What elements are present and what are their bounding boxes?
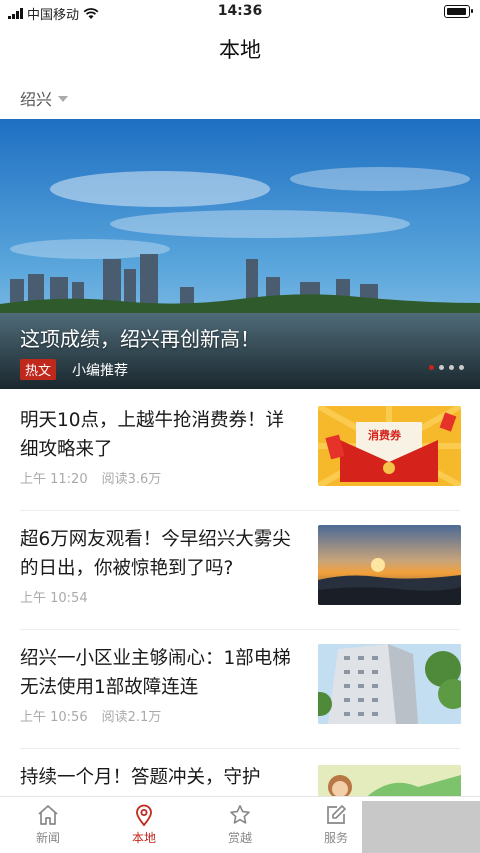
carousel-indicator	[429, 365, 464, 370]
tab-label: 赏越	[227, 831, 252, 845]
tab-label: 新闻	[35, 831, 60, 845]
news-meta: 上午 10:54	[20, 587, 102, 606]
tab-explore[interactable]: 赏越	[192, 801, 288, 853]
bottom-tab-bar: 新闻 本地 赏越 服务	[0, 796, 480, 853]
hot-tag-badge: 热文	[20, 359, 57, 380]
news-meta: 上午 11:20 阅读3.6万	[20, 468, 161, 487]
news-item[interactable]: 绍兴一小区业主够闹心：1部电梯无法使用1部故障连连 上午 10:56 阅读2.1…	[0, 630, 480, 748]
news-thumbnail: 消费券	[318, 406, 461, 486]
location-pin-icon	[136, 804, 152, 827]
news-time: 上午 11:20	[20, 472, 88, 487]
news-time: 上午 10:56	[20, 710, 88, 725]
news-headline: 明天10点，上越牛抢消费券！详细攻略来了	[20, 410, 285, 460]
news-headline: 超6万网友观看！今早绍兴大雾尖的日出，你被惊艳到了吗?	[20, 529, 291, 579]
news-item[interactable]: 明天10点，上越牛抢消费券！详细攻略来了 上午 11:20 阅读3.6万 消费券	[0, 392, 480, 510]
news-item[interactable]: 超6万网友观看！今早绍兴大雾尖的日出，你被惊艳到了吗? 上午 10:54	[0, 511, 480, 629]
news-thumbnail	[318, 644, 461, 724]
carousel-dot[interactable]	[429, 365, 434, 370]
banner-headline[interactable]: 这项成绩，绍兴再创新高！	[20, 323, 260, 352]
news-headline: 持续一个月！答题冲关，守护	[20, 767, 261, 788]
overlay-block	[362, 801, 480, 853]
star-icon	[230, 805, 250, 824]
news-meta: 上午 10:56 阅读2.1万	[20, 706, 161, 725]
clock: 14:36	[217, 3, 263, 19]
city-selector[interactable]: 绍兴	[20, 86, 69, 110]
tab-label: 服务	[323, 831, 348, 845]
banner-subtitle: 小编推荐	[72, 363, 128, 379]
battery-icon	[444, 5, 473, 18]
tab-local[interactable]: 本地	[96, 801, 192, 853]
news-headline: 绍兴一小区业主够闹心：1部电梯无法使用1部故障连连	[20, 648, 291, 698]
tab-label: 本地	[131, 831, 156, 845]
dropdown-arrow-icon	[58, 96, 69, 102]
news-reads: 阅读2.1万	[101, 710, 162, 725]
carousel-dot[interactable]	[459, 365, 464, 370]
carousel-dot[interactable]	[449, 365, 454, 370]
news-time: 上午 10:54	[20, 591, 88, 606]
news-reads: 阅读3.6万	[101, 472, 162, 487]
city-name: 绍兴	[20, 90, 53, 109]
carousel-dot[interactable]	[439, 365, 444, 370]
banner-carousel[interactable]: 这项成绩，绍兴再创新高！ 热文 小编推荐	[0, 119, 480, 389]
home-icon	[38, 805, 58, 825]
tab-news[interactable]: 新闻	[0, 801, 96, 853]
page-title: 本地	[219, 38, 261, 62]
edit-icon	[327, 805, 346, 824]
status-bar: 中国移动 14:36	[0, 0, 480, 24]
thumb-caption: 消费券	[368, 429, 401, 442]
news-thumbnail	[318, 525, 461, 605]
